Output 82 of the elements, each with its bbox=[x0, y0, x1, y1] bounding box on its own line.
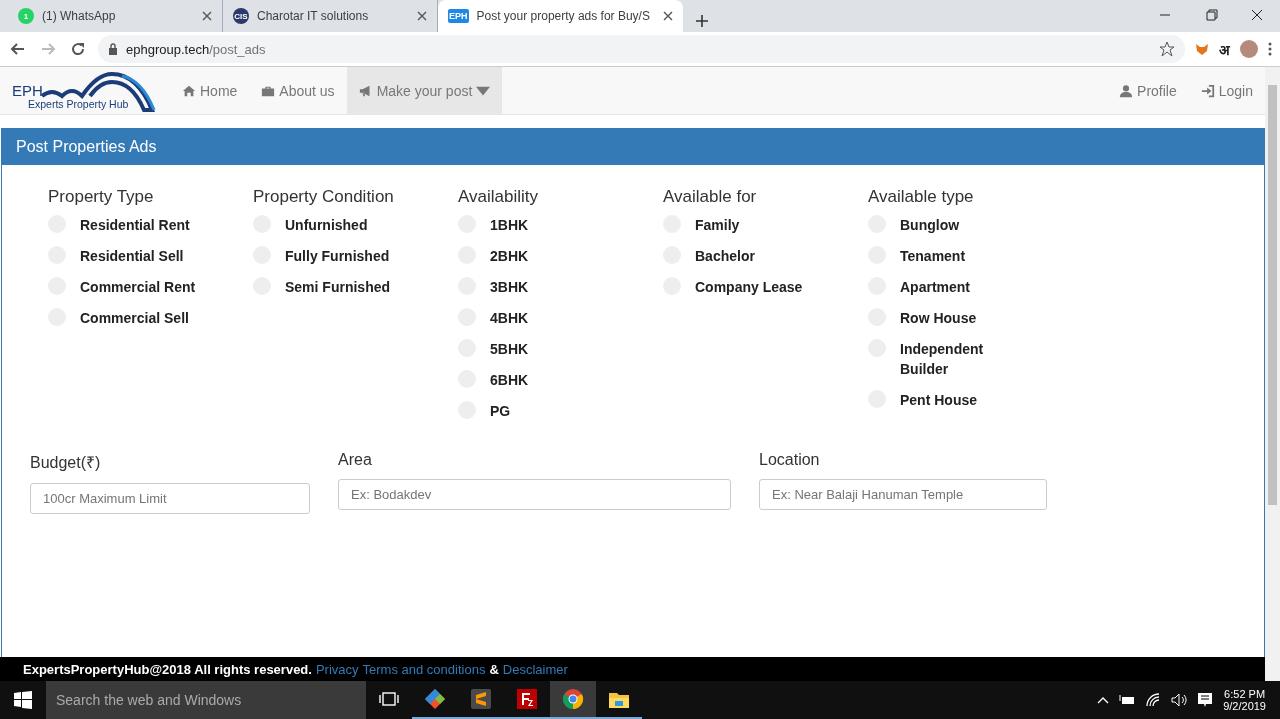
megaphone-icon bbox=[358, 83, 373, 98]
fox-icon[interactable] bbox=[1195, 42, 1209, 56]
option-label[interactable]: 5BHK bbox=[490, 339, 612, 359]
scrollbar[interactable] bbox=[1265, 67, 1280, 681]
new-tab-icon[interactable] bbox=[695, 14, 709, 28]
option-label[interactable]: Semi Furnished bbox=[285, 277, 407, 297]
field-label: Area bbox=[338, 451, 373, 469]
close-icon[interactable] bbox=[417, 11, 427, 21]
option-label[interactable]: Independent Builder bbox=[900, 339, 1022, 379]
option-label[interactable]: 1BHK bbox=[490, 215, 612, 235]
option-label[interactable]: PG bbox=[490, 401, 612, 421]
option-label[interactable]: Company Lease bbox=[695, 277, 817, 297]
option-label[interactable]: 2BHK bbox=[490, 246, 612, 266]
group-heading: Available for bbox=[663, 187, 758, 207]
option-label[interactable]: Commercial Sell bbox=[80, 308, 202, 328]
footer-text: & bbox=[489, 661, 499, 677]
menu-icon[interactable] bbox=[1268, 41, 1272, 57]
option-label[interactable]: Fully Furnished bbox=[285, 246, 407, 266]
speaker-icon[interactable] bbox=[1171, 693, 1188, 707]
option-label[interactable]: Row House bbox=[900, 308, 1022, 328]
close-icon[interactable] bbox=[202, 11, 212, 21]
option-label[interactable]: Tenament bbox=[900, 246, 1022, 266]
clock-date[interactable]: 9/2/2019 bbox=[1223, 700, 1266, 712]
option-label[interactable]: 6BHK bbox=[490, 370, 612, 390]
footer-link[interactable]: Terms and conditions bbox=[362, 661, 486, 677]
avatar-icon[interactable] bbox=[1240, 40, 1258, 58]
chrome-icon[interactable] bbox=[562, 688, 584, 710]
clock-time[interactable]: 6:52 PM bbox=[1224, 688, 1266, 700]
star-icon[interactable] bbox=[1159, 41, 1175, 57]
option-label[interactable]: Pent House bbox=[900, 390, 1022, 410]
option-label[interactable]: Bunglow bbox=[900, 215, 1022, 235]
favicon-icon: CIS bbox=[233, 8, 249, 24]
option-label[interactable]: 4BHK bbox=[490, 308, 612, 328]
option-label[interactable]: Family bbox=[695, 215, 817, 235]
nav-link[interactable]: Home bbox=[170, 67, 250, 114]
home-icon bbox=[182, 83, 196, 98]
option-label[interactable]: Bachelor bbox=[695, 246, 817, 266]
address-bar[interactable]: ephgroup.tech/post_ads bbox=[98, 35, 1185, 63]
input-field[interactable]: Ex: Bodakdev bbox=[338, 479, 731, 510]
user-icon bbox=[1119, 83, 1134, 98]
input-field[interactable]: Ex: Near Balaji Hanuman Temple bbox=[759, 479, 1047, 510]
nav-link[interactable]: Login bbox=[1188, 67, 1265, 114]
field-label: Location bbox=[759, 451, 821, 469]
panel-title: Post Properties Ads bbox=[2, 129, 1264, 165]
nav-link[interactable]: About us bbox=[249, 67, 347, 114]
windows-start-icon[interactable] bbox=[14, 691, 32, 709]
close-icon[interactable] bbox=[663, 11, 673, 21]
option-label[interactable]: 3BHK bbox=[490, 277, 612, 297]
option-label[interactable]: Unfurnished bbox=[285, 215, 407, 235]
task-view-icon[interactable] bbox=[379, 691, 399, 707]
input-field[interactable]: 100cr Maximum Limit bbox=[30, 483, 310, 514]
group-heading: Availability bbox=[458, 187, 539, 207]
browser-tab[interactable]: EPH Post your property ads for Buy/S bbox=[438, 0, 683, 32]
nav-link[interactable]: Make your post bbox=[346, 67, 503, 114]
chevron-up-icon[interactable] bbox=[1097, 696, 1110, 704]
nav-link[interactable]: Profile bbox=[1107, 67, 1189, 114]
option-label[interactable]: Apartment bbox=[900, 277, 1022, 297]
s-logo-icon[interactable] bbox=[470, 688, 492, 710]
copyright-text: ExpertsPropertyHub@2018 All rights reserved. bbox=[23, 661, 312, 677]
footer-link[interactable]: Privacy bbox=[315, 661, 359, 677]
favicon-icon: EPH bbox=[448, 9, 469, 23]
lock-icon bbox=[108, 43, 118, 55]
browser-tab[interactable]: 1 (1) WhatsApp bbox=[8, 0, 223, 32]
option-label[interactable]: Residential Sell bbox=[80, 246, 202, 266]
taskbar-search-field[interactable]: Search the web and Windows bbox=[46, 681, 366, 719]
footer-link[interactable]: Desclaimer bbox=[502, 661, 568, 677]
battery-icon[interactable] bbox=[1119, 694, 1136, 706]
group-heading: Property Type bbox=[48, 187, 155, 207]
notification-icon[interactable] bbox=[1197, 692, 1214, 708]
wifi-icon[interactable] bbox=[1145, 693, 1162, 707]
favicon-icon: 1 bbox=[18, 8, 34, 24]
option-label[interactable]: Commercial Rent bbox=[80, 277, 202, 297]
fz-logo-icon[interactable] bbox=[516, 688, 538, 710]
option-label[interactable]: Residential Rent bbox=[80, 215, 202, 235]
site-logo[interactable]: EPH Experts Property Hub bbox=[12, 67, 170, 114]
taskbar-app[interactable] bbox=[550, 681, 596, 719]
diamond-logo-icon[interactable] bbox=[424, 688, 446, 710]
group-heading: Property Condition bbox=[253, 187, 395, 207]
login-icon bbox=[1200, 83, 1215, 98]
field-label: Budget(₹) bbox=[30, 453, 102, 473]
group-heading: Available type bbox=[868, 187, 975, 207]
extension-button[interactable]: अ bbox=[1219, 39, 1230, 59]
